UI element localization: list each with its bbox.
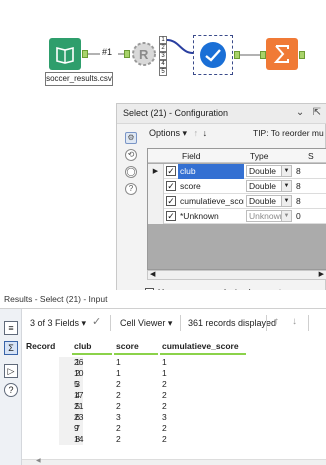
- field-size[interactable]: 8: [296, 179, 326, 194]
- field-size[interactable]: 8: [296, 164, 326, 179]
- field-row[interactable]: ✓ *Unknown Unknown ▼ 0: [148, 209, 326, 224]
- output-anchor[interactable]: [299, 51, 305, 59]
- scroll-up-icon[interactable]: ↑: [274, 316, 279, 327]
- connection-line: [167, 39, 194, 54]
- field-checkbox[interactable]: ✓: [166, 166, 176, 176]
- scroll-left-icon: ◀: [36, 458, 41, 464]
- results-title: Results - Select (21) - Input: [4, 294, 108, 304]
- table-view-icon[interactable]: ≡: [4, 321, 18, 335]
- scroll-down-icon[interactable]: ↓: [292, 316, 297, 327]
- pop-out-icon[interactable]: ⇱: [313, 107, 321, 118]
- connection-icon[interactable]: ⟲: [125, 149, 137, 161]
- field-name[interactable]: score: [178, 179, 244, 194]
- help-icon[interactable]: ?: [4, 383, 18, 397]
- field-row[interactable]: ✓ cumulatieve_score Double ▼ 8: [148, 194, 326, 209]
- table-row[interactable]: 5 21 2 2: [22, 401, 326, 412]
- table-row[interactable]: 8 14 2 2: [22, 434, 326, 445]
- r-output-anchors[interactable]: 1 2 3 4 5: [159, 36, 167, 76]
- dropdown-arrow-icon: ▾: [167, 318, 173, 328]
- col-size-header: S: [308, 151, 314, 161]
- table-row[interactable]: 6 23 3 3: [22, 412, 326, 423]
- field-type-select[interactable]: Unknown ▼: [246, 210, 292, 222]
- config-titlebar: Select (21) - Configuration ⌄ ⇱: [117, 104, 326, 124]
- grid-horizontal-scrollbar[interactable]: ◀ ▶: [147, 270, 326, 280]
- fields-selector[interactable]: 3 of 3 Fields ▾: [30, 318, 86, 329]
- options-menu[interactable]: Options ▾ ↑ ↓: [149, 128, 207, 139]
- records-count: 361 records displayed: [188, 318, 277, 328]
- field-type-select[interactable]: Double ▼: [246, 165, 292, 177]
- svg-text:R: R: [139, 47, 149, 62]
- field-type-select[interactable]: Double ▼: [246, 195, 292, 207]
- options-label: Options: [149, 128, 181, 138]
- gear-icon[interactable]: ⚙: [125, 132, 137, 144]
- tag-icon[interactable]: ▷: [4, 364, 18, 378]
- summarize-tool[interactable]: [266, 38, 298, 70]
- field-size[interactable]: 8: [296, 194, 326, 209]
- tag-icon[interactable]: ◯: [125, 166, 137, 178]
- col-header-record[interactable]: Record: [26, 341, 55, 354]
- help-icon[interactable]: ?: [125, 183, 137, 195]
- table-row[interactable]: 7 9 2 2: [22, 423, 326, 434]
- move-down-icon[interactable]: ↓: [203, 128, 208, 138]
- cell-viewer-selector[interactable]: Cell Viewer ▾: [120, 318, 172, 329]
- field-name[interactable]: *Unknown: [178, 209, 244, 224]
- results-panel: ≡ Σ ▷ ? 3 of 3 Fields ▾ ✓ Cell Viewer ▾ …: [0, 308, 326, 465]
- sigma-icon[interactable]: Σ: [4, 341, 18, 355]
- table-row[interactable]: 1 26 1 1: [22, 357, 326, 368]
- scroll-left-icon: ◀: [150, 271, 156, 278]
- input-data-tool[interactable]: [49, 38, 81, 70]
- table-row[interactable]: 2 10 1 1: [22, 368, 326, 379]
- field-checkbox[interactable]: ✓: [166, 181, 176, 191]
- field-row[interactable]: ▶ ✓ club Double ▼ 8: [148, 164, 326, 179]
- sigma-icon: [273, 45, 289, 63]
- apply-check-icon[interactable]: ✓: [92, 315, 101, 328]
- tip-text: TIP: To reorder mu: [253, 128, 324, 138]
- col-field-header: Field: [182, 151, 201, 161]
- results-toolbar: 3 of 3 Fields ▾ ✓ Cell Viewer ▾ 361 reco…: [22, 309, 326, 337]
- select-check-icon: [200, 42, 226, 68]
- results-sidebar: ≡ Σ ▷ ?: [0, 309, 22, 465]
- dropdown-arrow-icon: ▼: [281, 196, 291, 206]
- field-type-select[interactable]: Double ▼: [246, 180, 292, 192]
- field-name[interactable]: cumulatieve_score: [178, 194, 244, 209]
- field-row[interactable]: ✓ score Double ▼ 8: [148, 179, 326, 194]
- chevron-down-icon[interactable]: ⌄: [296, 107, 304, 118]
- dropdown-arrow-icon: ▾: [182, 128, 188, 138]
- tool-annotation: soccer_results.csv: [45, 72, 113, 86]
- grid-header: Field Type S: [148, 149, 326, 163]
- field-grid: Field Type S ▶ ✓ club Double ▼ 8 ✓ score …: [147, 148, 326, 270]
- configuration-panel: Select (21) - Configuration ⌄ ⇱ ⚙ ⟲ ◯ ? …: [116, 103, 326, 308]
- move-up-icon[interactable]: ↑: [194, 128, 199, 138]
- field-checkbox[interactable]: ✓: [166, 196, 176, 206]
- dropdown-arrow-icon: ▼: [281, 211, 291, 221]
- scroll-right-icon: ▶: [318, 271, 324, 278]
- results-horizontal-scrollbar[interactable]: ◀: [22, 458, 326, 465]
- connection-label: #1: [102, 47, 113, 57]
- dropdown-arrow-icon: ▼: [281, 181, 291, 191]
- field-size[interactable]: 0: [296, 209, 326, 224]
- table-row[interactable]: 4 17 2 2: [22, 390, 326, 401]
- book-icon: [56, 46, 74, 64]
- dropdown-arrow-icon: ▾: [81, 318, 87, 328]
- config-title: Select (21) - Configuration: [123, 108, 229, 118]
- col-type-header: Type: [250, 151, 269, 161]
- dropdown-arrow-icon: ▼: [281, 166, 291, 176]
- table-row[interactable]: 3 5 2 2: [22, 379, 326, 390]
- config-window-controls: ⌄ ⇱: [296, 107, 321, 118]
- row-pointer-icon: ▶: [148, 164, 164, 179]
- select-tool[interactable]: [193, 35, 233, 75]
- results-titlebar: Results - Select (21) - Input: [0, 290, 326, 308]
- field-checkbox[interactable]: ✓: [166, 211, 176, 221]
- field-name[interactable]: club: [178, 164, 244, 179]
